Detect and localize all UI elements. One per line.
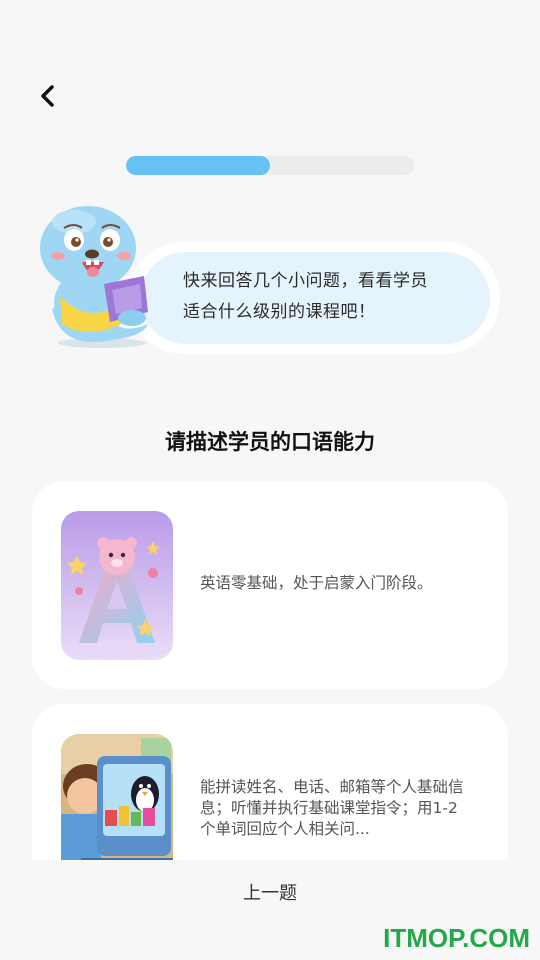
option-text-1: 英语零基础，处于启蒙入门阶段。 <box>200 574 433 592</box>
chevron-left-icon <box>41 85 54 107</box>
progress-fill <box>126 156 270 175</box>
progress-bar <box>126 156 414 175</box>
seal-mascot-icon <box>40 206 148 348</box>
bear-letter-a-illustration <box>61 511 173 660</box>
back-button[interactable] <box>30 78 66 114</box>
intro-line-1: 快来回答几个小问题，看看学员 <box>183 271 428 291</box>
option-text-2: 能拼读姓名、电话、邮箱等个人基础信息；听懂并执行基础课堂指令；用1-2个单词回应… <box>200 778 464 838</box>
option-card-1[interactable]: 英语零基础，处于启蒙入门阶段。 <box>32 481 508 689</box>
question-title: 请描述学员的口语能力 <box>165 430 375 454</box>
watermark: ITMOP.COM <box>383 923 530 953</box>
intro-line-2: 适合什么级别的课程吧！ <box>183 302 376 322</box>
intro-text: 快来回答几个小问题，看看学员 适合什么级别的课程吧！ <box>183 266 473 328</box>
previous-question-button[interactable]: 上一题 <box>200 878 340 910</box>
option-image-1 <box>61 511 173 660</box>
